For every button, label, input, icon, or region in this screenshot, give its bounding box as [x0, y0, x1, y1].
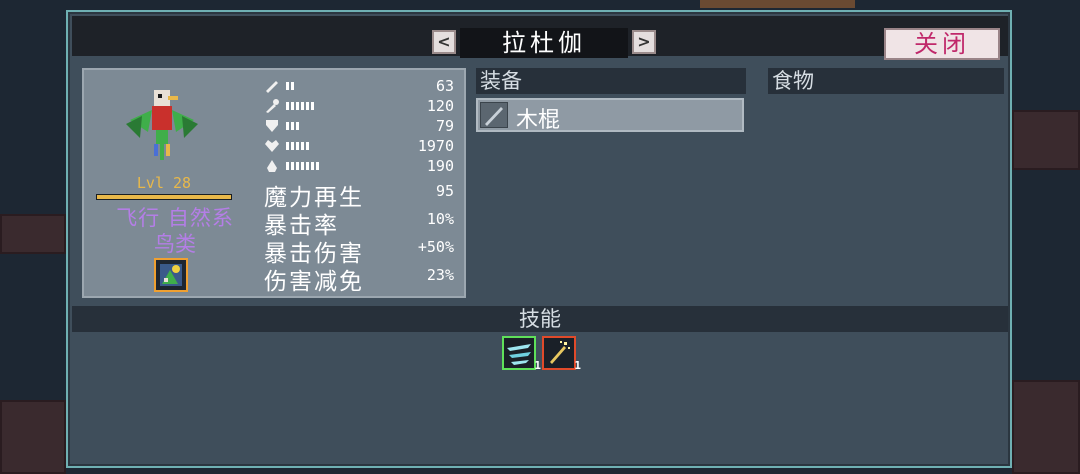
- stat-pips: [286, 142, 309, 150]
- stat-pip: [301, 102, 304, 110]
- food-header: 食物: [768, 68, 1004, 94]
- stat-value-magic: 120: [426, 97, 454, 115]
- nature-trait-icon[interactable]: [154, 258, 188, 292]
- stat-value-attack: 63: [435, 77, 454, 95]
- xp-bar: [96, 194, 232, 200]
- equipment-slot[interactable]: 木棍: [476, 98, 744, 133]
- background-bricks-right: [1012, 110, 1080, 170]
- stat-pip: [296, 122, 299, 130]
- stat-pip: [291, 142, 294, 150]
- stat-pip: [291, 102, 294, 110]
- stat-pip: [286, 142, 289, 150]
- stat-row-defense: 79: [264, 116, 458, 136]
- skill-slot-spark[interactable]: 1: [542, 336, 581, 372]
- equipment-header: 装备: [476, 68, 746, 94]
- stat-pips: [286, 162, 319, 170]
- wind-slash-icon: [507, 344, 531, 365]
- stat-pip: [311, 162, 314, 170]
- staff-icon: [480, 102, 508, 128]
- sword-icon: [266, 81, 278, 93]
- stat-pips: [286, 102, 314, 110]
- skill-slot-wind-slash[interactable]: 1: [502, 336, 541, 372]
- stat-pip: [306, 102, 309, 110]
- stat-pip: [286, 122, 289, 130]
- prev-creature-button[interactable]: <: [432, 30, 456, 54]
- xp-fill: [97, 195, 231, 199]
- skill-count: 1: [534, 359, 541, 372]
- background-bricks-left: [0, 214, 66, 254]
- creature-name: 拉杜伽: [460, 28, 628, 58]
- stat-row-damage-reduction: 伤害减免 23%: [264, 262, 458, 295]
- stat-row-magic: 120: [264, 96, 458, 116]
- stat-row-crit-rate: 暴击率 10%: [264, 206, 458, 239]
- stat-pip: [296, 142, 299, 150]
- heart-icon: [265, 140, 279, 152]
- stat-pip: [301, 162, 304, 170]
- skill-count: 1: [574, 359, 581, 372]
- stat-value: 10%: [426, 210, 454, 228]
- stat-pip: [311, 102, 314, 110]
- creature-info-panel: < 拉杜伽 > 关闭 Lvl 28 飞行 自然系 鸟类 63 120 79 19…: [66, 10, 1012, 468]
- background-roof: [700, 0, 855, 8]
- title-bar: < 拉杜伽 > 关闭: [72, 16, 1008, 60]
- mana-icon: [267, 160, 277, 172]
- background-wall-right: [1012, 380, 1080, 474]
- stat-pip: [286, 82, 289, 90]
- stat-value: 95: [435, 182, 454, 200]
- equipment-name: 木棍: [516, 108, 561, 133]
- stat-label: 伤害减免: [264, 269, 364, 295]
- stat-row-crit-damage: 暴击伤害 +50%: [264, 234, 458, 267]
- wand-icon: [266, 99, 279, 113]
- stat-pip: [286, 162, 289, 170]
- stat-pips: [286, 82, 294, 90]
- close-button[interactable]: 关闭: [884, 28, 1000, 60]
- stat-pips: [286, 122, 299, 130]
- background-wall-left: [0, 400, 66, 474]
- creature-species: 鸟类: [154, 232, 196, 256]
- stats-card: Lvl 28 飞行 自然系 鸟类 63 120 79 1970 190 魔力再生…: [82, 68, 466, 298]
- stat-pip: [291, 82, 294, 90]
- shield-icon: [266, 120, 278, 132]
- stat-value: 23%: [426, 266, 454, 284]
- creature-sprite: [126, 90, 198, 160]
- next-creature-button[interactable]: >: [632, 30, 656, 54]
- stat-pip: [306, 142, 309, 150]
- creature-level: Lvl 28: [136, 174, 192, 192]
- stat-row-mana: 190: [264, 156, 458, 176]
- stat-value-mana: 190: [426, 157, 454, 175]
- stat-pip: [291, 162, 294, 170]
- stat-row-health: 1970: [264, 136, 458, 156]
- stat-value-defense: 79: [435, 117, 454, 135]
- stat-pip: [301, 142, 304, 150]
- stat-pip: [296, 162, 299, 170]
- stat-value: +50%: [417, 238, 454, 256]
- skills-header: 技能: [72, 306, 1008, 332]
- spark-icon: [550, 341, 570, 364]
- stat-pip: [296, 102, 299, 110]
- stat-row-mana-regen: 魔力再生 95: [264, 178, 458, 211]
- stat-pip: [286, 102, 289, 110]
- stat-pip: [306, 162, 309, 170]
- stat-pip: [316, 162, 319, 170]
- stat-pip: [291, 122, 294, 130]
- stat-value-health: 1970: [417, 137, 454, 155]
- stat-row-attack: 63: [264, 76, 458, 96]
